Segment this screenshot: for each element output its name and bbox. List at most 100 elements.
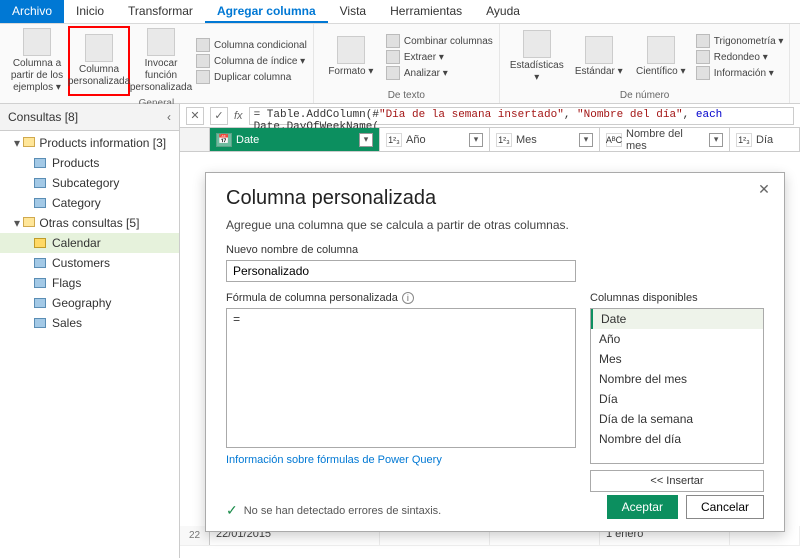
available-col-dia-semana[interactable]: Día de la semana: [591, 409, 763, 429]
tab-herramientas[interactable]: Herramientas: [378, 0, 474, 23]
trig-icon: [696, 34, 710, 48]
queries-sidebar: Consultas [8] ‹ Products information [3]…: [0, 104, 180, 558]
table-icon: [23, 28, 51, 56]
folder-products-information[interactable]: Products information [3]: [0, 133, 179, 153]
query-flags[interactable]: Flags: [0, 273, 179, 293]
available-col-dia[interactable]: Día: [591, 389, 763, 409]
function-icon: [147, 28, 175, 56]
date-button[interactable]: Fecha ▾: [796, 26, 800, 88]
analyze-button[interactable]: Analizar ▾: [386, 66, 493, 80]
info-icon: [696, 66, 710, 80]
scientific-button[interactable]: Científico ▾: [630, 26, 692, 88]
dialog-title: Columna personalizada: [226, 187, 764, 210]
query-sales[interactable]: Sales: [0, 313, 179, 333]
tab-transformar[interactable]: Transformar: [116, 0, 205, 23]
trigonometry-button[interactable]: Trigonometría ▾: [696, 34, 784, 48]
information-button[interactable]: Información ▾: [696, 66, 784, 80]
index-icon: [196, 54, 210, 68]
tab-inicio[interactable]: Inicio: [64, 0, 116, 23]
filter-dropdown-icon[interactable]: ▾: [469, 133, 483, 147]
ribbon-group-number: Estadísticas ▾ Estándar ▾ Científico ▾ T…: [500, 24, 791, 103]
folder-icon: [23, 137, 35, 147]
tab-ayuda[interactable]: Ayuda: [474, 0, 532, 23]
fx-icon: fx: [234, 110, 243, 122]
insert-column-button[interactable]: << Insertar: [590, 470, 764, 492]
menu-bar: Archivo Inicio Transformar Agregar colum…: [0, 0, 800, 24]
ribbon-group-text: Formato ▾ Combinar columnas Extraer ▾ An…: [314, 24, 500, 103]
filter-dropdown-icon[interactable]: ▾: [709, 133, 723, 147]
table-icon: [34, 198, 46, 208]
general-small-buttons: Columna condicional Columna de índice ▾ …: [192, 26, 307, 96]
ok-button[interactable]: Aceptar: [607, 495, 678, 519]
query-calendar[interactable]: Calendar: [0, 233, 179, 253]
type-number-icon: 1²₃: [496, 133, 512, 147]
col-nombre-mes[interactable]: AᴮCNombre del mes▾: [600, 128, 730, 151]
standard-icon: [585, 36, 613, 64]
query-subcategory[interactable]: Subcategory: [0, 173, 179, 193]
col-ano[interactable]: 1²₃Año▾: [380, 128, 490, 151]
conditional-column-button[interactable]: Columna condicional: [196, 38, 307, 52]
merge-columns-button[interactable]: Combinar columnas: [386, 34, 493, 48]
available-columns-list[interactable]: Date Año Mes Nombre del mes Día Día de l…: [590, 308, 764, 464]
new-column-name-input[interactable]: [226, 260, 576, 282]
warning-icon: [34, 238, 46, 248]
folder-otras-consultas[interactable]: Otras consultas [5]: [0, 213, 179, 233]
duplicate-column-button[interactable]: Duplicar columna: [196, 70, 307, 84]
fx-cancel-button[interactable]: ✕: [186, 107, 204, 125]
scientific-icon: [647, 36, 675, 64]
table-icon: [85, 34, 113, 62]
tab-vista[interactable]: Vista: [328, 0, 378, 23]
rounding-button[interactable]: Redondeo ▾: [696, 50, 784, 64]
fx-ok-button[interactable]: ✓: [210, 107, 228, 125]
invoke-function-button[interactable]: Invocar función personalizada: [130, 26, 192, 96]
query-category[interactable]: Category: [0, 193, 179, 213]
formula-editor[interactable]: =: [226, 308, 576, 448]
available-col-nombre-dia[interactable]: Nombre del día: [591, 429, 763, 449]
formula-label: Fórmula de columna personalizadai: [226, 292, 576, 304]
tab-file[interactable]: Archivo: [0, 0, 64, 23]
col-date[interactable]: 📅Date▾: [210, 128, 380, 151]
formula-input[interactable]: = Table.AddColumn(#"Día de la semana ins…: [249, 107, 794, 125]
query-geography[interactable]: Geography: [0, 293, 179, 313]
extract-button[interactable]: Extraer ▾: [386, 50, 493, 64]
custom-column-button[interactable]: Columna personalizada: [68, 26, 130, 96]
tab-agregar-columna[interactable]: Agregar columna: [205, 0, 328, 23]
round-icon: [696, 50, 710, 64]
info-icon[interactable]: i: [402, 292, 414, 304]
ribbon-group-datetime: Fecha ▾: [790, 24, 800, 103]
statistics-button[interactable]: Estadísticas ▾: [506, 26, 568, 88]
grid-corner[interactable]: [180, 128, 210, 151]
available-col-mes[interactable]: Mes: [591, 349, 763, 369]
filter-dropdown-icon[interactable]: ▾: [579, 133, 593, 147]
format-icon: [337, 36, 365, 64]
available-col-ano[interactable]: Año: [591, 329, 763, 349]
cancel-button[interactable]: Cancelar: [686, 495, 764, 519]
query-customers[interactable]: Customers: [0, 253, 179, 273]
close-button[interactable]: ✕: [754, 179, 774, 199]
filter-dropdown-icon[interactable]: ▾: [359, 133, 373, 147]
merge-icon: [386, 34, 400, 48]
available-col-nombre-mes[interactable]: Nombre del mes: [591, 369, 763, 389]
query-products[interactable]: Products: [0, 153, 179, 173]
new-column-name-label: Nuevo nombre de columna: [226, 244, 764, 256]
table-icon: [34, 298, 46, 308]
table-icon: [34, 178, 46, 188]
col-mes[interactable]: 1²₃Mes▾: [490, 128, 600, 151]
queries-header: Consultas [8] ‹: [0, 104, 179, 131]
index-column-button[interactable]: Columna de índice ▾: [196, 54, 307, 68]
format-button[interactable]: Formato ▾: [320, 26, 382, 88]
standard-button[interactable]: Estándar ▾: [568, 26, 630, 88]
col-dia[interactable]: 1²₃Día: [730, 128, 800, 151]
column-from-examples-label: Columna a partir de los ejemplos ▾: [8, 58, 66, 94]
available-col-date[interactable]: Date: [591, 309, 763, 329]
queries-tree: Products information [3] Products Subcat…: [0, 131, 179, 335]
power-query-formulas-link[interactable]: Información sobre fórmulas de Power Quer…: [226, 454, 576, 466]
type-number-icon: 1²₃: [736, 133, 752, 147]
column-from-examples-button[interactable]: Columna a partir de los ejemplos ▾: [6, 26, 68, 96]
check-icon: ✓: [226, 502, 238, 519]
folder-icon: [23, 217, 35, 227]
sidebar-collapse-icon[interactable]: ‹: [167, 110, 171, 124]
analyze-icon: [386, 66, 400, 80]
custom-column-dialog: ✕ Columna personalizada Agregue una colu…: [205, 172, 785, 532]
table-icon: [34, 318, 46, 328]
